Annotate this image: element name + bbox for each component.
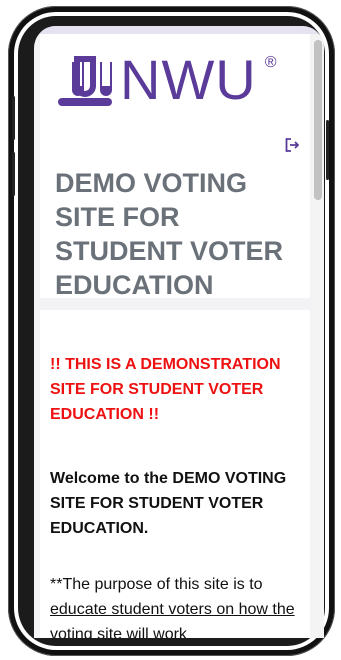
phone-side-button — [326, 120, 329, 180]
header-card: NWU ® DEMO VOTING SITE FOR STUDENT VOTER… — [40, 34, 310, 300]
logout-button[interactable] — [285, 138, 300, 152]
nwu-logo-icon — [58, 56, 112, 106]
brand-name: NWU — [120, 48, 257, 111]
educate-voters-link[interactable]: educate student voters on how the voting… — [50, 601, 295, 638]
nwu-logo[interactable]: NWU ® — [56, 52, 277, 108]
logout-icon — [285, 138, 300, 152]
phone-screen[interactable]: NWU ® DEMO VOTING SITE FOR STUDENT VOTER… — [34, 26, 324, 638]
content-card: !! THIS IS A DEMONSTRATION SITE FOR STUD… — [40, 310, 310, 638]
page-title: DEMO VOTING SITE FOR STUDENT VOTER EDUCA… — [55, 168, 284, 300]
phone-side-button — [12, 96, 15, 140]
purpose-prefix: **The purpose of this site is to — [50, 576, 263, 593]
registered-mark: ® — [264, 54, 277, 71]
scrollbar[interactable] — [312, 34, 324, 638]
phone-side-button — [12, 152, 15, 196]
welcome-text: Welcome to the DEMO VOTING SITE FOR STUD… — [50, 470, 287, 537]
demo-warning-text: !! THIS IS A DEMONSTRATION SITE FOR STUD… — [50, 356, 281, 423]
top-banner-strip — [34, 26, 324, 34]
scrollbar-thumb[interactable] — [314, 40, 322, 200]
purpose-text: **The purpose of this site is to educate… — [50, 572, 305, 638]
